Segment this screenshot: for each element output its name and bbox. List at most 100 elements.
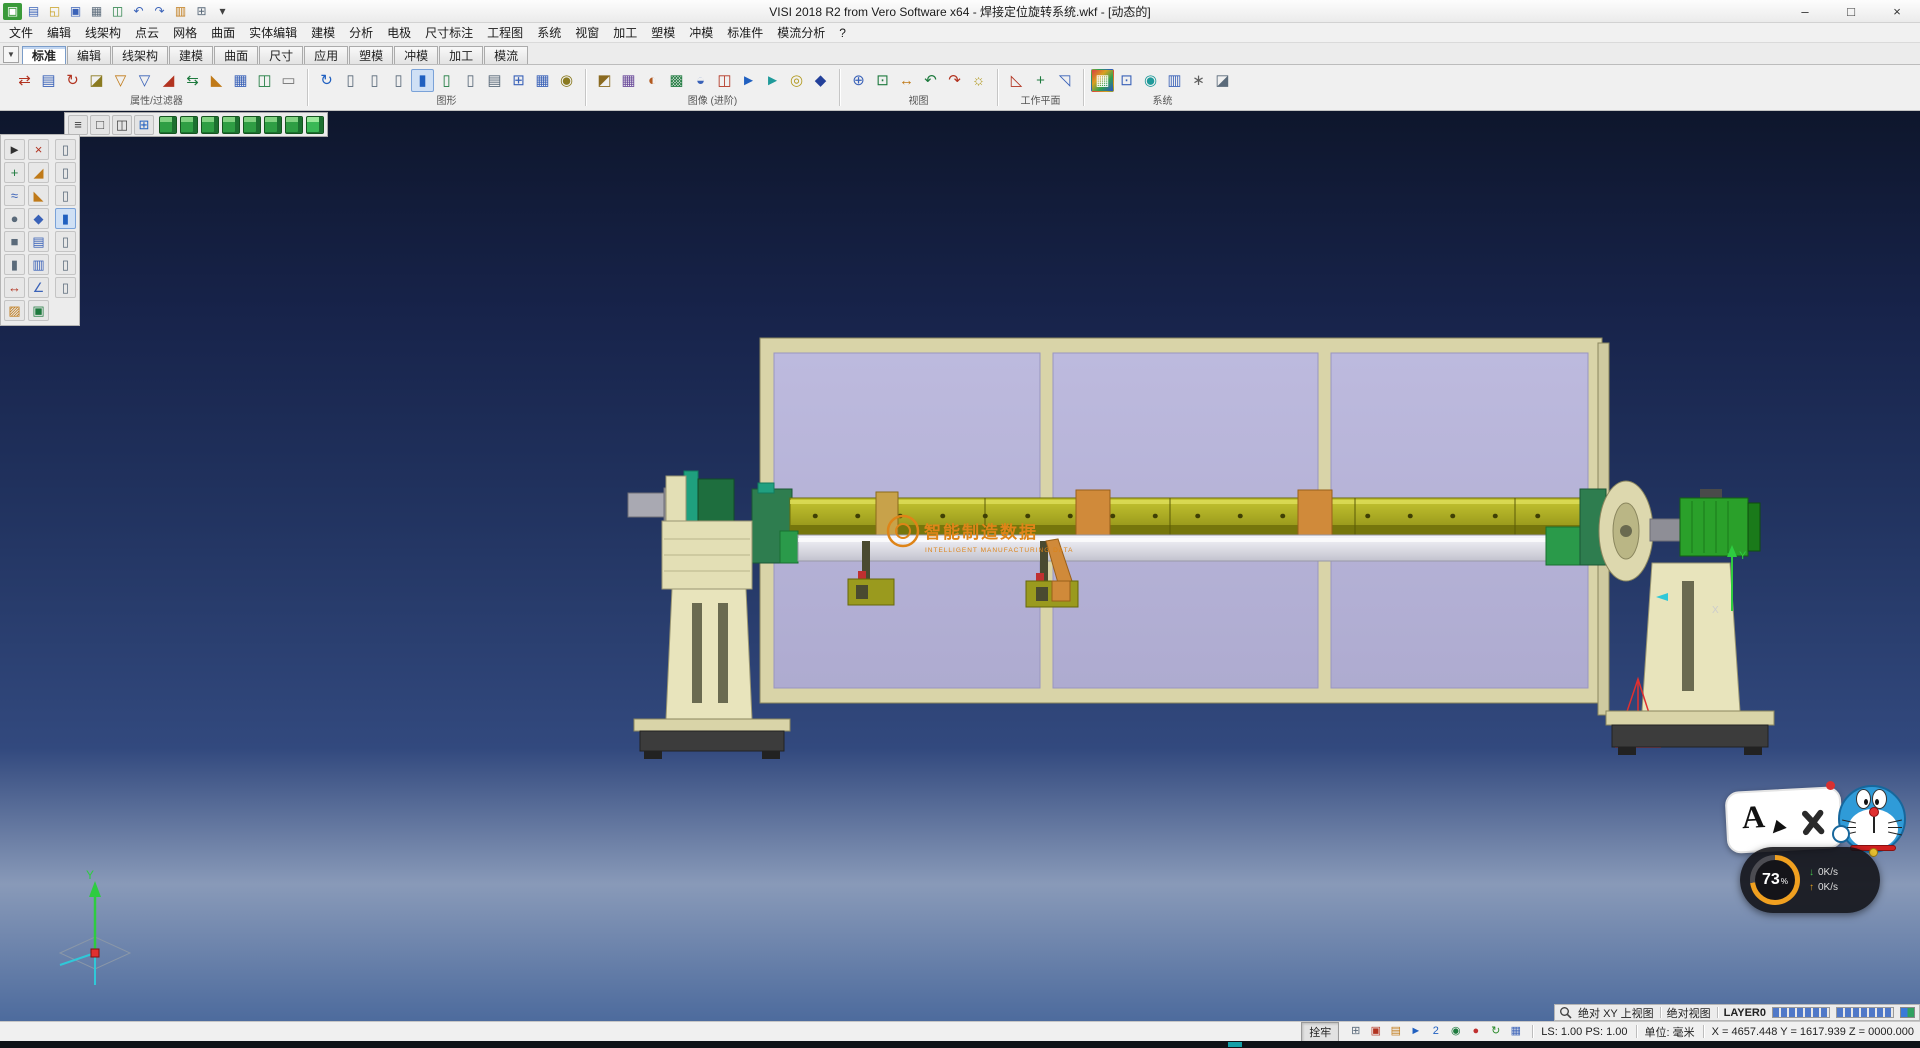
cylinder-tool-icon[interactable]: ▮	[4, 254, 25, 275]
view-iso-icon[interactable]	[159, 116, 177, 134]
layer-manager-icon[interactable]: ◉	[555, 69, 578, 92]
tab[interactable]: 冲模	[394, 46, 438, 64]
view-menu-icon[interactable]: ≡	[68, 115, 88, 135]
open-folder-icon[interactable]: ◱	[45, 3, 64, 20]
sheet-icon[interactable]: ▤	[28, 231, 49, 252]
filter-swap-icon[interactable]: ⇆	[181, 69, 204, 92]
split-view-icon[interactable]: ◫	[112, 115, 132, 135]
tab-dropdown-button[interactable]: ▼	[3, 46, 19, 63]
filter-funnel-edit-icon[interactable]: ▽	[133, 69, 156, 92]
view-back-icon[interactable]	[201, 116, 219, 134]
layer-roll-3-icon[interactable]: ▯	[387, 69, 410, 92]
hatch-icon[interactable]: ▨	[4, 300, 25, 321]
save-icon[interactable]: ▣	[66, 3, 85, 20]
mini-layer-active-icon[interactable]: ▮	[55, 208, 76, 229]
dynamic-pan-icon[interactable]: ►	[761, 69, 784, 92]
solid-box-icon[interactable]: ■	[4, 231, 25, 252]
menu-item[interactable]: 工程图	[480, 22, 530, 43]
close-button[interactable]: ×	[1874, 0, 1920, 22]
visibility-icon[interactable]: ◉	[1447, 1024, 1464, 1040]
undo-icon[interactable]: ↶	[129, 3, 148, 20]
layer-new-icon[interactable]: ▯	[435, 69, 458, 92]
menu-item[interactable]: 塑模	[644, 22, 682, 43]
menu-item[interactable]: 模流分析	[770, 22, 832, 43]
tailstock-right[interactable]	[1599, 481, 1774, 755]
view-right-icon[interactable]	[243, 116, 261, 134]
tab[interactable]: 加工	[439, 46, 483, 64]
menu-item[interactable]: 分析	[342, 22, 380, 43]
menu-item[interactable]: 编辑	[40, 22, 78, 43]
shade-mode-icon[interactable]: ◩	[593, 69, 616, 92]
menu-item[interactable]: 实体编辑	[242, 22, 304, 43]
tab[interactable]: 编辑	[67, 46, 111, 64]
mini-layer-5-icon[interactable]: ▯	[55, 231, 76, 252]
menu-item[interactable]: 建模	[304, 22, 342, 43]
menu-item[interactable]: 系统	[530, 22, 568, 43]
layer-roll-2-icon[interactable]: ▯	[363, 69, 386, 92]
tab[interactable]: 线架构	[112, 46, 168, 64]
view-top-icon[interactable]	[264, 116, 282, 134]
layer-grid-icon[interactable]: ⊞	[507, 69, 530, 92]
wireframe-mode-icon[interactable]: ▦	[617, 69, 640, 92]
layer-current-icon[interactable]: ▮	[411, 69, 434, 92]
dimension-icon[interactable]: ↔	[4, 277, 25, 298]
four-view-icon[interactable]: ⊞	[134, 115, 154, 135]
snap-lock-toggle[interactable]: 拴牢	[1301, 1022, 1339, 1042]
view-left-icon[interactable]	[222, 116, 240, 134]
menu-item[interactable]: 尺寸标注	[418, 22, 480, 43]
viewport-canvas[interactable]: Y X 智能制造数据 INTELLIGENT MANUFACTURING DAT…	[0, 111, 1920, 1021]
attr-update-icon[interactable]: ↻	[61, 69, 84, 92]
pan-view-icon[interactable]: ↔	[895, 69, 918, 92]
refresh-status-icon[interactable]: ↻	[1487, 1024, 1504, 1040]
tab[interactable]: 曲面	[214, 46, 258, 64]
new-doc-icon[interactable]: ▤	[24, 3, 43, 20]
dynamic-rotate-icon[interactable]: ►	[737, 69, 760, 92]
texture-mode-icon[interactable]: ▩	[665, 69, 688, 92]
select-icon[interactable]: ►	[4, 139, 25, 160]
view-settings-icon[interactable]: ☼	[967, 69, 990, 92]
menu-item[interactable]: 标准件	[720, 22, 770, 43]
globe-icon[interactable]: ◉	[1139, 69, 1162, 92]
gem-view-icon[interactable]: ◆	[809, 69, 832, 92]
filter-reset-icon[interactable]: ▭	[277, 69, 300, 92]
visi-logo-icon[interactable]: ▣	[3, 3, 22, 20]
beam-clamp[interactable]	[1298, 490, 1332, 540]
filter-corner-icon[interactable]: ◢	[157, 69, 180, 92]
transparency-icon[interactable]: ◒	[689, 69, 712, 92]
redo-icon[interactable]: ↷	[150, 3, 169, 20]
menu-item[interactable]: ?	[832, 24, 853, 42]
zoom-window-icon[interactable]: ⊡	[871, 69, 894, 92]
snap-grid-icon[interactable]: ⊞	[1347, 1024, 1364, 1040]
zoom-indicator-icon[interactable]	[1559, 1006, 1572, 1019]
menu-item[interactable]: 网格	[166, 22, 204, 43]
assist-icon[interactable]: 2	[1427, 1024, 1444, 1040]
capture-icon[interactable]: ▣	[1367, 1024, 1384, 1040]
menu-item[interactable]: 加工	[606, 22, 644, 43]
tab[interactable]: 模流	[484, 46, 528, 64]
beam-clamp[interactable]	[1076, 490, 1110, 540]
layer-table-icon[interactable]: ▦	[531, 69, 554, 92]
curve-icon[interactable]: ≈	[4, 185, 25, 206]
print-status-icon[interactable]: ▤	[1387, 1024, 1404, 1040]
light-icon[interactable]: ◎	[785, 69, 808, 92]
layer-field[interactable]: LAYER0	[1724, 1007, 1766, 1019]
layer-roll-1-icon[interactable]: ▯	[339, 69, 362, 92]
layer-visible-icon[interactable]: ▯	[459, 69, 482, 92]
view-dimetric-icon[interactable]	[306, 116, 324, 134]
mini-layer-3-icon[interactable]: ▯	[55, 185, 76, 206]
os-taskbar[interactable]	[0, 1041, 1920, 1048]
group-icon[interactable]: ▣	[28, 300, 49, 321]
mini-layer-7-icon[interactable]: ▯	[55, 277, 76, 298]
workplane-create-icon[interactable]: ◺	[1005, 69, 1028, 92]
props-icon[interactable]: ▥	[171, 3, 190, 20]
view-front-icon[interactable]	[180, 116, 198, 134]
taskbar-app-chip[interactable]	[1228, 1042, 1242, 1047]
mini-layer-2-icon[interactable]: ▯	[55, 162, 76, 183]
menu-item[interactable]: 视窗	[568, 22, 606, 43]
angle-icon[interactable]: ∠	[28, 277, 49, 298]
attr-exchange-icon[interactable]: ⇄	[13, 69, 36, 92]
tab[interactable]: 标准	[22, 46, 66, 64]
minimize-button[interactable]: –	[1782, 0, 1828, 22]
section-view-icon[interactable]: ◫	[713, 69, 736, 92]
modify-icon[interactable]: ◆	[28, 208, 49, 229]
